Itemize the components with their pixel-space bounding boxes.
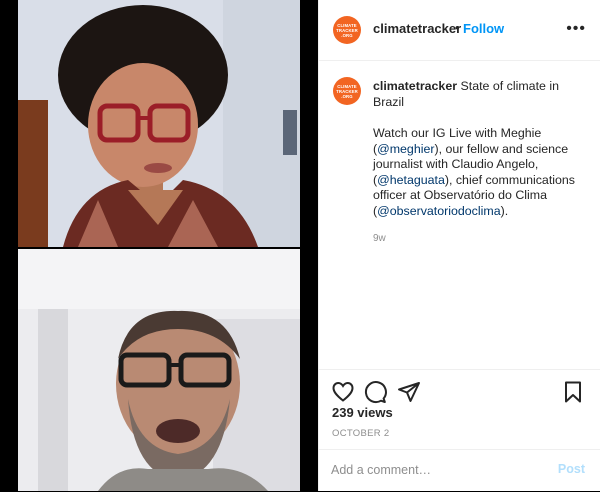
follow-button[interactable]: Follow <box>463 21 504 36</box>
avatar-logo-text: CLIMATE TRACKER .ORG <box>336 83 358 99</box>
heart-icon[interactable] <box>331 380 355 404</box>
post-date: OCTOBER 2 <box>332 428 390 439</box>
participant-woman-image <box>18 0 300 247</box>
caption-timestamp[interactable]: 9w <box>373 231 583 247</box>
bookmark-icon[interactable] <box>561 380 585 404</box>
share-icon[interactable] <box>397 380 421 404</box>
avatar-logo-text: CLIMATE TRACKER .ORG <box>336 22 358 38</box>
author-username[interactable]: climatetracker <box>373 21 461 36</box>
caption-title-line: climatetracker State of climate in Brazi… <box>373 79 583 110</box>
post-button[interactable]: Post <box>558 462 585 476</box>
mention-observatoriodoclima[interactable]: @observatoriodoclima <box>377 204 500 218</box>
author-avatar[interactable]: CLIMATE TRACKER .ORG <box>333 16 361 44</box>
participant-man-image <box>18 249 300 491</box>
post-sidebar: CLIMATE TRACKER .ORG climatetracker • Fo… <box>318 0 600 491</box>
video-panel[interactable] <box>0 0 318 491</box>
caption-text-4: ). <box>500 203 509 218</box>
comment-icon[interactable] <box>363 380 387 404</box>
separator-dot: • <box>455 20 460 35</box>
post-header: CLIMATE TRACKER .ORG climatetracker • Fo… <box>319 0 600 61</box>
comment-input[interactable] <box>331 463 531 477</box>
caption-avatar[interactable]: CLIMATE TRACKER .ORG <box>333 77 361 105</box>
more-options-icon[interactable]: ••• <box>566 20 586 38</box>
video-feed-top <box>18 0 300 247</box>
comment-box: Post <box>319 449 600 492</box>
mention-hetaguata[interactable]: @hetaguata <box>377 173 445 187</box>
caption-text: climatetracker State of climate in Brazi… <box>373 79 583 247</box>
view-count[interactable]: 239 views <box>332 405 393 420</box>
mention-meghier[interactable]: @meghier <box>377 142 434 156</box>
action-bar <box>319 369 600 410</box>
caption-paragraph: Watch our IG Live with Meghie (@meghier)… <box>373 126 583 219</box>
caption-username[interactable]: climatetracker <box>373 79 457 93</box>
video-feed-bottom <box>18 249 300 491</box>
